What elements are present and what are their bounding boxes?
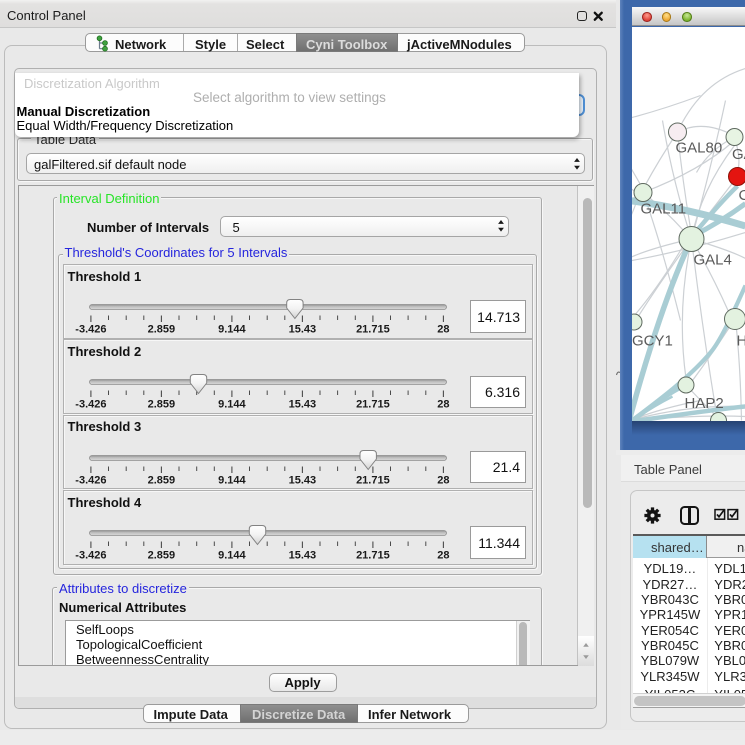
svg-text:HAP2: HAP2 <box>684 395 723 412</box>
svg-text:CG: CG <box>738 187 745 204</box>
svg-text:15.43: 15.43 <box>288 324 316 336</box>
svg-text:-3.426: -3.426 <box>75 474 106 486</box>
svg-text:-3.426: -3.426 <box>75 324 106 336</box>
svg-text:2.859: 2.859 <box>147 474 175 486</box>
svg-text:GCY1: GCY1 <box>632 332 673 349</box>
svg-text:GA: GA <box>732 146 745 163</box>
svg-text:15.43: 15.43 <box>288 474 316 486</box>
svg-text:21.715: 21.715 <box>356 324 390 336</box>
svg-text:9.144: 9.144 <box>218 399 246 411</box>
svg-text:15.43: 15.43 <box>288 550 316 562</box>
svg-text:9.144: 9.144 <box>218 550 246 562</box>
svg-text:HI: HI <box>736 332 745 349</box>
svg-text:28: 28 <box>437 474 449 486</box>
svg-text:28: 28 <box>437 550 449 562</box>
svg-text:15.43: 15.43 <box>288 399 316 411</box>
svg-text:2.859: 2.859 <box>147 399 175 411</box>
svg-text:21.715: 21.715 <box>356 550 390 562</box>
svg-text:-3.426: -3.426 <box>75 399 106 411</box>
svg-text:GAL11: GAL11 <box>640 200 686 217</box>
svg-text:2.859: 2.859 <box>147 324 175 336</box>
svg-text:28: 28 <box>437 399 449 411</box>
svg-text:-3.426: -3.426 <box>75 550 106 562</box>
svg-text:21.715: 21.715 <box>356 399 390 411</box>
svg-text:21.715: 21.715 <box>356 474 390 486</box>
svg-text:GAL80: GAL80 <box>675 139 722 156</box>
svg-text:28: 28 <box>437 324 449 336</box>
svg-text:9.144: 9.144 <box>218 324 246 336</box>
svg-text:2.859: 2.859 <box>147 550 175 562</box>
svg-text:9.144: 9.144 <box>218 474 246 486</box>
svg-text:GAL4: GAL4 <box>693 251 731 268</box>
